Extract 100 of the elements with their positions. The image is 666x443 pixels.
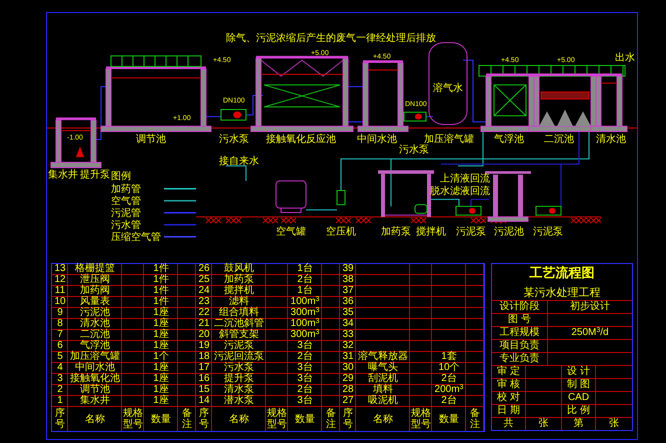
table-cell-text: 6 (56, 341, 64, 352)
legend-label: 污泥管 (111, 208, 141, 219)
table-cell-text: 10个 (437, 363, 461, 373)
drawing-note: 除气、污泥浓缩后产生的废气一律经处理后排放 (226, 32, 436, 44)
column-header: 备注 (325, 407, 337, 431)
table-cell-text: 刮泥机 (367, 374, 399, 384)
field-label: 工程规模 (492, 327, 548, 339)
table-cell-text: 12 (53, 275, 67, 286)
table-cell-text: 2台 (296, 352, 314, 362)
table-cell-text: 5 (56, 352, 64, 363)
table-cell-text: 1座 (152, 308, 170, 318)
table-cell-text: 1台 (296, 286, 314, 297)
table-cell-text: 35 (341, 308, 355, 319)
table-cell-text: 21 (197, 319, 211, 330)
table-cell-text: 3台 (296, 341, 314, 351)
unit-label: 污泥泵 (456, 226, 486, 238)
table-cell-text: 气浮池 (79, 341, 111, 351)
column-header: 数量 (150, 412, 172, 426)
pipe-label: 上清液回流 (440, 174, 490, 185)
table-cell-text: 3 (56, 374, 64, 385)
table-cell-text: 34 (341, 319, 355, 330)
field-value: 初步设计 (569, 301, 611, 313)
column-header: 名称 (228, 412, 250, 426)
field-label: 比 例 (562, 405, 596, 417)
legend-label: 空气管 (111, 196, 141, 207)
field-label: 审 定 (492, 366, 526, 378)
table-cell-text: 曝气头 (367, 363, 399, 373)
table-cell-text: 污泥池 (79, 308, 111, 318)
table-cell-text: 污泥回流泵 (213, 352, 265, 362)
legend-label: 污水管 (111, 220, 141, 231)
field-label: 共 (492, 418, 526, 430)
unit-label: 清水池 (596, 134, 626, 146)
field-label: 第 (562, 418, 596, 430)
field-label: 日 期 (492, 405, 526, 417)
column-header: 备注 (469, 407, 481, 431)
table-cell-text: 30 (341, 363, 355, 374)
table-cell-text: 1座 (152, 330, 170, 340)
column-header: 名称 (372, 412, 394, 426)
table-cell-text: 1件 (152, 286, 170, 296)
field-label: 张 (526, 418, 562, 430)
unit-label: 搅拌机 (416, 226, 446, 238)
pipe-label: 接自来水 (219, 156, 259, 168)
unit-label: 提升泵 (80, 169, 110, 180)
unit-label: 集水井 (48, 169, 78, 180)
table-cell-text: 1座 (152, 374, 170, 384)
table-cell-text: 37 (341, 286, 355, 297)
table-cell-text: 33 (341, 330, 355, 341)
table-cell-text: 1台 (296, 264, 314, 274)
table-cell-text: 36 (341, 297, 355, 308)
drawing-title: 工艺流程图 (530, 264, 594, 282)
table-cell-text: 加药阀 (79, 286, 111, 296)
table-cell-text: 7 (56, 330, 64, 341)
table-cell-text: 填料 (372, 385, 393, 395)
table-cell-text: 15 (197, 385, 211, 396)
table-cell-text: 16 (197, 374, 211, 385)
unit-label: 二沉池 (544, 134, 574, 146)
table-cell-text: 300m$^{3}$ (290, 308, 320, 318)
table-cell-text: 1 (56, 396, 64, 407)
pipe-label: 出水 (615, 52, 635, 64)
field-label: 设 计 (562, 366, 596, 378)
table-cell-text: 8 (56, 319, 64, 330)
unit-label: 气浮池 (494, 134, 524, 146)
table-cell-text: 200m$^{3}$ (434, 385, 464, 395)
column-header: 规格型号 (410, 407, 432, 431)
table-cell-text: 1座 (152, 385, 170, 395)
table-cell-text: 集水井 (79, 396, 111, 407)
table-cell-text: 吸泥机 (367, 396, 399, 407)
table-cell-text: 20 (197, 330, 211, 341)
table-cell-text: 泄压阀 (79, 275, 111, 285)
column-header: 规格型号 (122, 407, 144, 431)
field-label: 设计阶段 (492, 301, 548, 313)
table-cell-text: 加药泵 (223, 275, 255, 285)
table-cell-text: 斜管支架 (218, 330, 260, 340)
column-header: 序号 (198, 407, 210, 431)
unit-label: 中间水池 (357, 134, 397, 146)
table-cell-text: 中间水池 (75, 363, 115, 373)
column-header: 备注 (181, 407, 193, 431)
table-cell-text: 滤料 (228, 297, 249, 307)
field-label: 项目负责 (492, 340, 548, 352)
column-header: 数量 (438, 412, 460, 426)
field-label: 校 对 (492, 392, 526, 404)
unit-label: 空压机 (326, 226, 356, 238)
column-header: 名称 (84, 412, 106, 426)
unit-label: 空气罐 (276, 226, 306, 238)
table-cell-text: 污泥泵 (223, 341, 254, 351)
table-cell-text: 接触氧化池 (69, 374, 121, 384)
table-cell-text: 24 (197, 286, 211, 297)
legend-title: 图例 (111, 171, 131, 182)
table-cell-text: 100m$^{3}$ (290, 297, 320, 307)
table-cell-text: 39 (341, 264, 355, 275)
unit-label: 调节池 (136, 134, 166, 146)
field-label: 审 核 (492, 379, 526, 391)
table-cell-text: 3台 (296, 374, 314, 384)
table-cell-text: 1件 (152, 275, 170, 285)
unit-label: 加药泵 (381, 226, 411, 238)
table-cell-text: 29 (341, 374, 355, 385)
table-cell-text: 14 (197, 396, 211, 407)
table-cell-text: 清水池 (79, 319, 111, 329)
table-cell-text: 2 (56, 385, 64, 396)
table-cell-text: 风量表 (79, 297, 111, 307)
